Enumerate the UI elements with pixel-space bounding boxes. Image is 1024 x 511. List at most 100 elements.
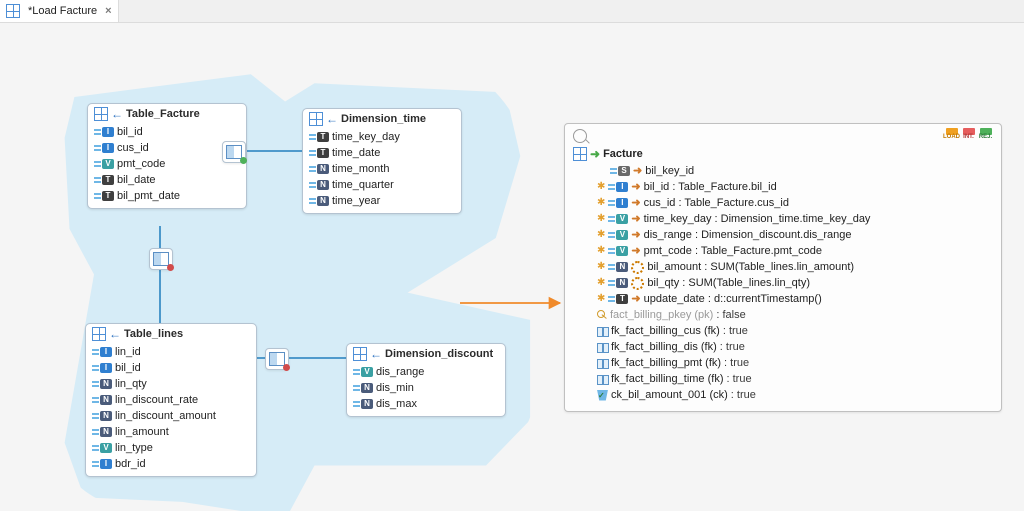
column-icon: T bbox=[309, 132, 329, 142]
mapping-row[interactable]: ✱I➜bil_id : Table_Facture.bil_id bbox=[597, 179, 993, 195]
column-row[interactable]: Ttime_date bbox=[309, 145, 455, 161]
column-label: cus_id bbox=[117, 141, 149, 155]
action-label: REJ. bbox=[979, 134, 992, 140]
column-row[interactable]: Tbil_date bbox=[94, 172, 240, 188]
datatype-badge: V bbox=[616, 214, 628, 224]
datatype-badge: I bbox=[100, 363, 112, 373]
column-row[interactable]: Vdis_range bbox=[353, 364, 499, 380]
datatype-badge: V bbox=[616, 246, 628, 256]
column-icon: I bbox=[92, 459, 112, 469]
datatype-badge: N bbox=[100, 379, 112, 389]
column-row[interactable]: Nlin_qty bbox=[92, 376, 250, 392]
mapping-row[interactable]: ✱Nbil_amount : SUM(Table_lines.lin_amoun… bbox=[597, 259, 993, 275]
join-node-facture-lines[interactable] bbox=[149, 248, 173, 270]
column-icon: V bbox=[608, 246, 628, 256]
column-label: time_quarter bbox=[332, 178, 394, 192]
constraint-value: : true bbox=[723, 324, 748, 338]
close-icon[interactable]: × bbox=[105, 5, 111, 17]
datatype-badge: I bbox=[102, 143, 114, 153]
join-node-facture-time[interactable] bbox=[222, 141, 246, 163]
datatype-badge: T bbox=[317, 148, 329, 158]
column-row[interactable]: Vlin_type bbox=[92, 440, 250, 456]
column-row[interactable]: Ilin_id bbox=[92, 344, 250, 360]
column-icon: N bbox=[92, 379, 112, 389]
mapping-row[interactable]: ✱V➜dis_range : Dimension_discount.dis_ra… bbox=[597, 227, 993, 243]
column-row[interactable]: Nlin_amount bbox=[92, 424, 250, 440]
table-icon bbox=[353, 347, 367, 361]
target-entity-facture[interactable]: LOADINT.REJ. ➜ Facture S➜bil_key_id✱I➜bi… bbox=[564, 123, 1002, 412]
datatype-badge: I bbox=[616, 198, 628, 208]
back-arrow-icon: ← bbox=[109, 328, 121, 340]
target-title: Facture bbox=[603, 148, 643, 160]
output-arrow-icon: ➜ bbox=[631, 228, 640, 242]
constraint-label: fk_fact_billing_time (fk) bbox=[611, 372, 724, 386]
datatype-badge: N bbox=[317, 164, 329, 174]
join-status-dot-red bbox=[167, 264, 174, 271]
column-label: lin_discount_amount bbox=[115, 409, 216, 423]
mapping-label: time_key_day : Dimension_time.time_key_d… bbox=[644, 212, 871, 226]
mapping-row[interactable]: ✱Nbil_qty : SUM(Table_lines.lin_qty) bbox=[597, 275, 993, 291]
mapping-label: bil_key_id bbox=[645, 164, 694, 178]
table-icon bbox=[309, 112, 323, 126]
constraint-label: fk_fact_billing_dis (fk) bbox=[611, 340, 717, 354]
constraint-label: fk_fact_billing_cus (fk) bbox=[611, 324, 720, 338]
column-row[interactable]: Nlin_discount_rate bbox=[92, 392, 250, 408]
column-row[interactable]: Ndis_max bbox=[353, 396, 499, 412]
star-marker-icon: ✱ bbox=[597, 182, 605, 192]
datatype-badge: V bbox=[102, 159, 114, 169]
target-action-load[interactable]: LOAD bbox=[944, 128, 959, 143]
column-icon: N bbox=[92, 395, 112, 405]
target-action-int[interactable]: INT. bbox=[961, 128, 976, 143]
entity-title: Table_lines bbox=[124, 328, 183, 340]
column-row[interactable]: Ibil_id bbox=[92, 360, 250, 376]
constraint-label: fk_fact_billing_pmt (fk) bbox=[611, 356, 721, 370]
column-row[interactable]: Ndis_min bbox=[353, 380, 499, 396]
column-icon: I bbox=[92, 347, 112, 357]
column-row[interactable]: Ibdr_id bbox=[92, 456, 250, 472]
constraint-row-fk[interactable]: fk_fact_billing_dis (fk) : true bbox=[597, 339, 993, 355]
column-label: lin_discount_rate bbox=[115, 393, 198, 407]
source-entity-dimension-time[interactable]: ← Dimension_time Ttime_key_dayTtime_date… bbox=[302, 108, 462, 214]
column-label: bil_id bbox=[115, 361, 141, 375]
column-row[interactable]: Tbil_pmt_date bbox=[94, 188, 240, 204]
mapping-row[interactable]: ✱V➜time_key_day : Dimension_time.time_ke… bbox=[597, 211, 993, 227]
target-arrow-icon: ➜ bbox=[590, 148, 600, 160]
column-row[interactable]: Ttime_key_day bbox=[309, 129, 455, 145]
mapping-row[interactable]: ✱V➜pmt_code : Table_Facture.pmt_code bbox=[597, 243, 993, 259]
column-icon: I bbox=[94, 143, 114, 153]
mapping-canvas[interactable]: ← Table_Facture Ibil_idIcus_idVpmt_codeT… bbox=[0, 23, 1024, 511]
entity-title: Dimension_discount bbox=[385, 348, 493, 360]
join-node-lines-discount[interactable] bbox=[265, 348, 289, 370]
column-icon: N bbox=[608, 262, 628, 272]
editor-tab[interactable]: *Load Facture × bbox=[0, 0, 119, 22]
source-entity-dimension-discount[interactable]: ← Dimension_discount Vdis_rangeNdis_minN… bbox=[346, 343, 506, 417]
constraint-row-ck[interactable]: ck_bil_amount_001 (ck) : true bbox=[597, 387, 993, 403]
column-row[interactable]: Nlin_discount_amount bbox=[92, 408, 250, 424]
column-row[interactable]: Icus_id bbox=[94, 140, 240, 156]
datatype-badge: N bbox=[100, 427, 112, 437]
mapping-row[interactable]: S➜bil_key_id bbox=[597, 163, 993, 179]
mapping-row[interactable]: ✱I➜cus_id : Table_Facture.cus_id bbox=[597, 195, 993, 211]
search-icon[interactable] bbox=[573, 129, 587, 143]
column-row[interactable]: Ibil_id bbox=[94, 124, 240, 140]
constraint-row-fk[interactable]: fk_fact_billing_cus (fk) : true bbox=[597, 323, 993, 339]
mapping-row[interactable]: ✱T➜update_date : d::currentTimestamp() bbox=[597, 291, 993, 307]
column-icon: I bbox=[608, 198, 628, 208]
source-entity-table-lines[interactable]: ← Table_lines Ilin_idIbil_idNlin_qtyNlin… bbox=[85, 323, 257, 477]
primary-key-icon bbox=[597, 310, 607, 320]
output-arrow-icon: ➜ bbox=[633, 164, 642, 178]
constraint-row-fk[interactable]: fk_fact_billing_time (fk) : true bbox=[597, 371, 993, 387]
constraint-row-fk[interactable]: fk_fact_billing_pmt (fk) : true bbox=[597, 355, 993, 371]
target-action-rej[interactable]: REJ. bbox=[978, 128, 993, 143]
column-row[interactable]: Vpmt_code bbox=[94, 156, 240, 172]
foreign-key-icon bbox=[597, 358, 608, 369]
column-icon: S bbox=[610, 166, 630, 176]
transformation-gear-icon bbox=[631, 261, 644, 274]
column-icon: N bbox=[92, 427, 112, 437]
column-row[interactable]: Ntime_month bbox=[309, 161, 455, 177]
column-icon: T bbox=[94, 175, 114, 185]
constraint-row-pk[interactable]: fact_billing_pkey (pk) : false bbox=[597, 307, 993, 323]
column-row[interactable]: Ntime_year bbox=[309, 193, 455, 209]
column-icon: V bbox=[608, 214, 628, 224]
column-row[interactable]: Ntime_quarter bbox=[309, 177, 455, 193]
